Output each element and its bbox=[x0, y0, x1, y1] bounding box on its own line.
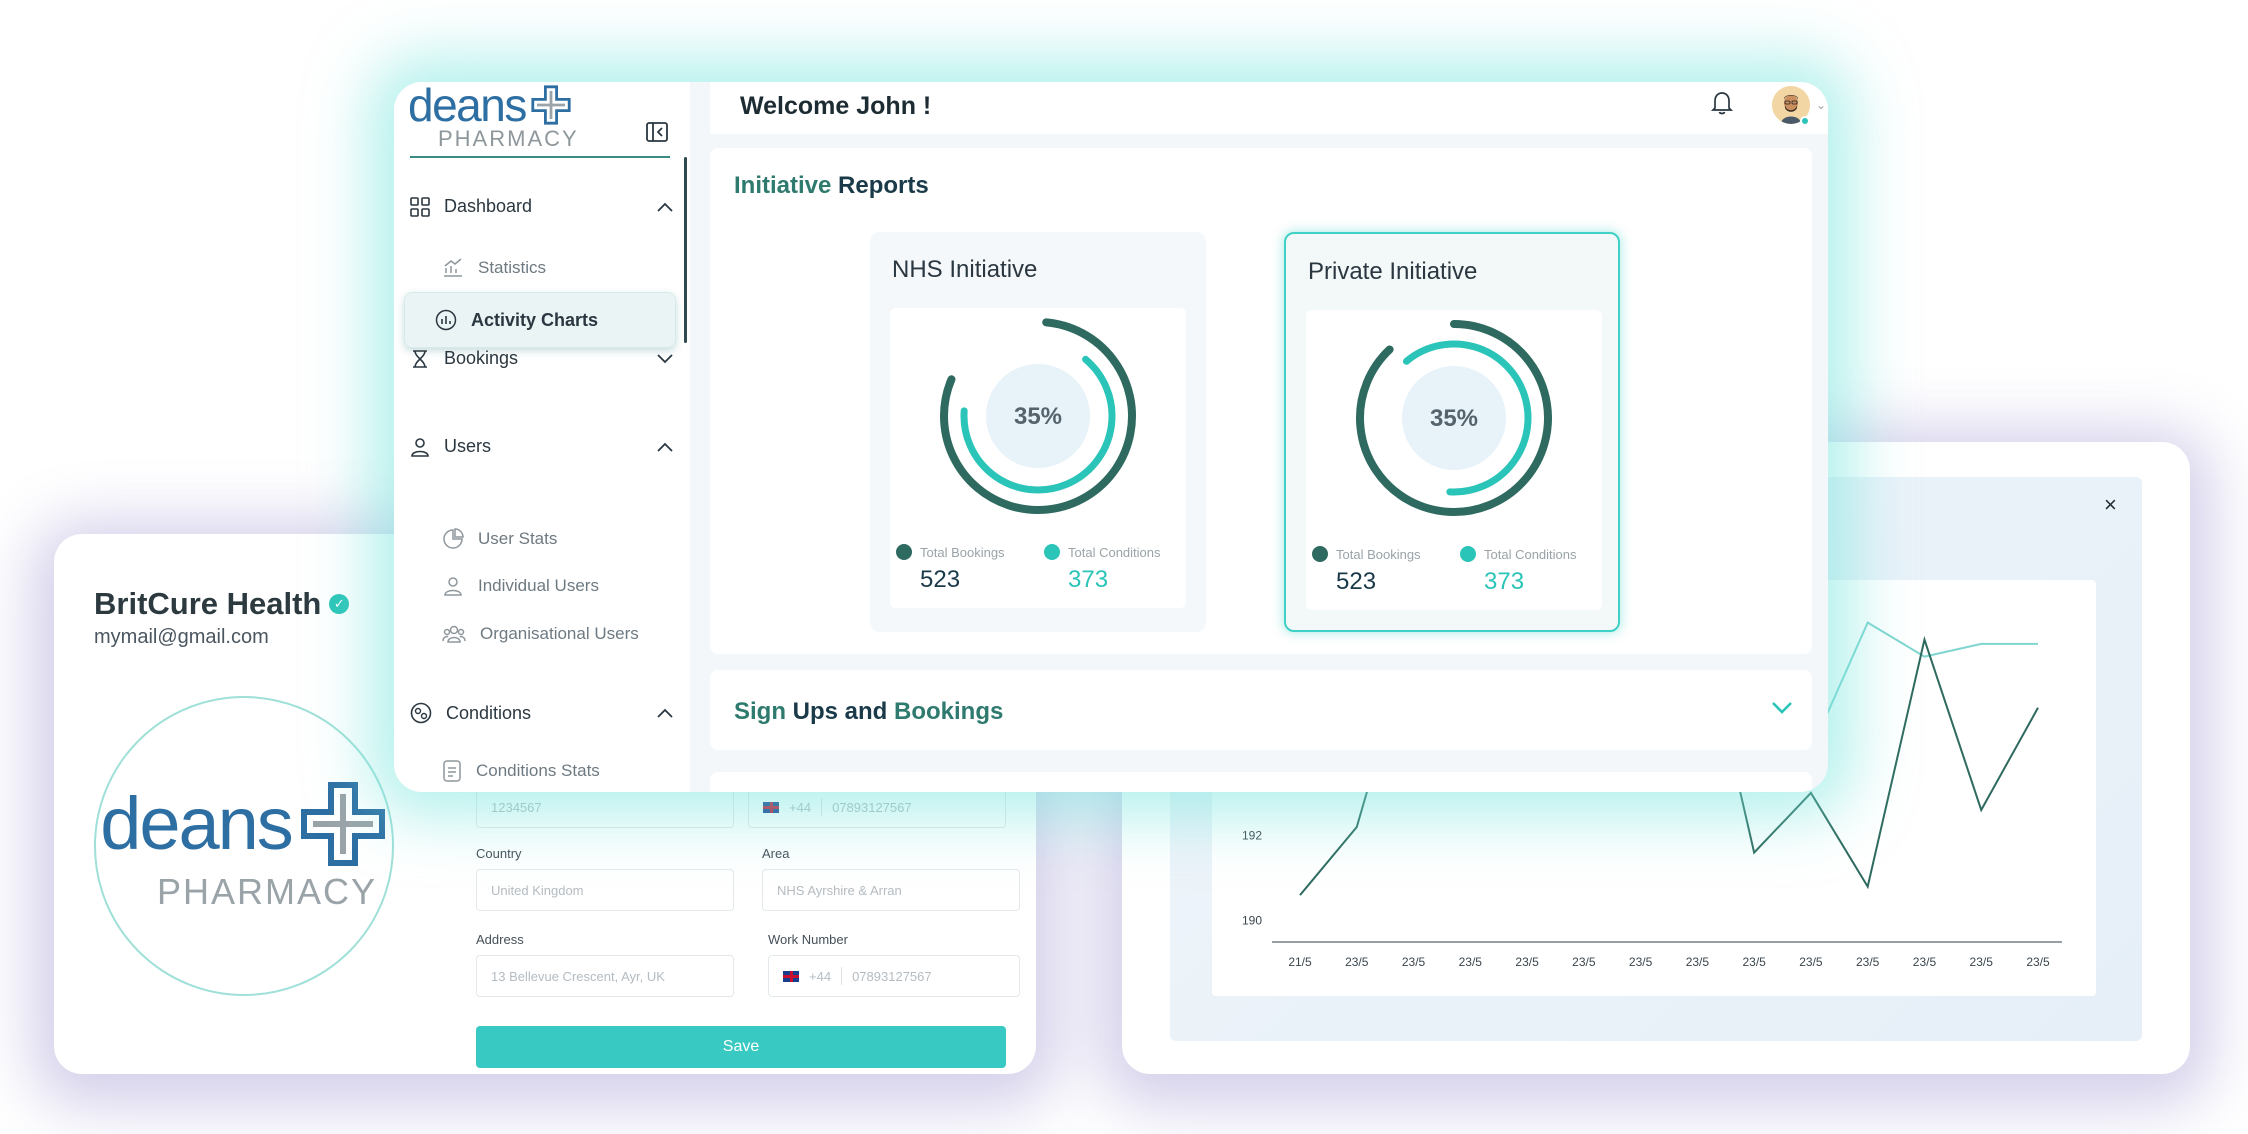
address-row: Address 13 Bellevue Crescent, Ayr, UK Wo… bbox=[476, 932, 1020, 997]
save-button[interactable]: Save bbox=[476, 1026, 1006, 1068]
sidebar-item-bookings[interactable]: Bookings bbox=[410, 348, 674, 369]
total-bookings-stat: Total Bookings 523 bbox=[1306, 546, 1454, 596]
x-tick-label: 23/5 bbox=[1970, 955, 1994, 969]
trend-chart-icon bbox=[444, 258, 462, 277]
signups-bookings-title: Sign Ups and Bookings bbox=[734, 698, 1004, 725]
user-icon bbox=[444, 577, 462, 596]
id-field[interactable]: 1234567 bbox=[476, 786, 734, 828]
x-tick-label: 23/5 bbox=[1402, 955, 1426, 969]
sidebar-scrollbar[interactable] bbox=[684, 157, 687, 343]
donut-percent-label: 35% bbox=[1430, 405, 1478, 432]
close-icon[interactable]: × bbox=[2104, 492, 2117, 518]
top-bar: Welcome John ! ⌄ bbox=[710, 82, 1828, 134]
pharmacy-cross-icon bbox=[531, 85, 571, 125]
org-email: mymail@gmail.com bbox=[94, 626, 269, 648]
uk-flag-icon bbox=[763, 801, 779, 813]
uk-flag-icon bbox=[783, 970, 799, 982]
grid-icon bbox=[410, 196, 430, 217]
x-tick-label: 23/5 bbox=[1913, 955, 1937, 969]
chevron-up-icon bbox=[657, 202, 673, 212]
contact-row: 1234567 +44 07893127567 bbox=[476, 786, 1006, 828]
x-tick-label: 23/5 bbox=[1686, 955, 1710, 969]
total-conditions-stat: Total Conditions 373 bbox=[1454, 546, 1602, 596]
x-tick-label: 23/5 bbox=[1345, 955, 1369, 969]
pharmacy-cross-icon bbox=[300, 782, 385, 866]
org-logo: deans PHARMACY bbox=[94, 696, 394, 996]
nhs-initiative-card[interactable]: NHS Initiative 35% Total Bookings 523 To… bbox=[870, 232, 1206, 632]
initiative-reports-title: Initiative Reports bbox=[734, 172, 929, 199]
welcome-heading: Welcome John ! bbox=[740, 92, 932, 120]
sidebar-logo[interactable]: deans PHARMACY bbox=[408, 82, 579, 150]
sidebar-item-organisational-users[interactable]: Organisational Users bbox=[442, 624, 639, 644]
phone-field[interactable]: +44 07893127567 bbox=[748, 786, 1006, 828]
signups-bookings-panel[interactable]: Sign Ups and Bookings bbox=[710, 670, 1812, 750]
sidebar-item-activity-charts[interactable]: Activity Charts bbox=[404, 292, 676, 348]
sidebar-item-user-stats[interactable]: User Stats bbox=[442, 528, 557, 550]
online-status-indicator bbox=[1800, 116, 1810, 126]
org-name: BritCure Health ✓ bbox=[94, 586, 350, 622]
sidebar-divider bbox=[410, 156, 670, 158]
private-donut-chart: 35% bbox=[1356, 320, 1552, 516]
private-initiative-card[interactable]: Private Initiative 35% Total Bookings 52… bbox=[1284, 232, 1620, 632]
hourglass-icon bbox=[413, 349, 427, 368]
sidebar-item-individual-users[interactable]: Individual Users bbox=[442, 576, 599, 596]
bar-chart-icon bbox=[435, 309, 457, 331]
x-tick-label: 23/5 bbox=[1515, 955, 1539, 969]
dashboard-window: deans PHARMACY Dashboard Statistics Acti… bbox=[394, 82, 1828, 792]
sidebar-item-dashboard[interactable]: Dashboard bbox=[410, 196, 674, 217]
chevron-down-icon[interactable] bbox=[1770, 700, 1794, 716]
sidebar-item-users[interactable]: Users bbox=[410, 436, 674, 457]
users-group-icon bbox=[442, 625, 466, 643]
document-icon bbox=[443, 760, 461, 782]
bell-icon[interactable] bbox=[1710, 90, 1734, 116]
x-tick-label: 23/5 bbox=[1742, 955, 1766, 969]
total-conditions-stat: Total Conditions 373 bbox=[1038, 544, 1186, 594]
logo-brand: deans bbox=[100, 779, 388, 869]
next-panel bbox=[710, 772, 1812, 792]
x-tick-label: 23/5 bbox=[1856, 955, 1880, 969]
location-row: Country United Kingdom Area NHS Ayrshire… bbox=[476, 846, 1020, 911]
x-tick-label: 23/5 bbox=[1572, 955, 1596, 969]
address-field[interactable]: 13 Bellevue Crescent, Ayr, UK bbox=[476, 955, 734, 997]
conditions-icon bbox=[410, 702, 432, 724]
chevron-up-icon bbox=[657, 708, 673, 718]
work-number-field[interactable]: +44 07893127567 bbox=[768, 955, 1020, 997]
x-tick-label: 23/5 bbox=[2026, 955, 2050, 969]
sidebar-item-statistics[interactable]: Statistics bbox=[442, 258, 546, 278]
chevron-down-icon bbox=[657, 353, 673, 363]
total-bookings-stat: Total Bookings 523 bbox=[890, 544, 1038, 594]
country-field[interactable]: United Kingdom bbox=[476, 869, 734, 911]
verified-icon: ✓ bbox=[329, 594, 350, 614]
collapse-sidebar-icon[interactable] bbox=[646, 122, 668, 142]
x-tick-label: 23/5 bbox=[1629, 955, 1653, 969]
initiative-reports-panel: Initiative Reports NHS Initiative 35% To… bbox=[710, 148, 1812, 654]
sidebar: deans PHARMACY Dashboard Statistics Acti… bbox=[394, 82, 690, 792]
y-tick-label: 190 bbox=[1242, 914, 1262, 928]
x-tick-label: 23/5 bbox=[1459, 955, 1483, 969]
y-tick-label: 192 bbox=[1242, 829, 1262, 843]
user-icon bbox=[411, 437, 429, 457]
logo-subtitle: PHARMACY bbox=[156, 871, 378, 912]
pie-chart-icon bbox=[443, 528, 464, 549]
chevron-down-icon[interactable]: ⌄ bbox=[1816, 98, 1826, 112]
x-tick-label: 23/5 bbox=[1799, 955, 1823, 969]
area-field[interactable]: NHS Ayrshire & Arran bbox=[762, 869, 1020, 911]
x-tick-label: 21/5 bbox=[1288, 955, 1312, 969]
nhs-donut-chart: 35% bbox=[940, 318, 1136, 514]
chevron-up-icon bbox=[657, 442, 673, 452]
sidebar-item-conditions-stats[interactable]: Conditions Stats bbox=[442, 760, 600, 782]
sidebar-item-conditions[interactable]: Conditions bbox=[410, 702, 674, 724]
donut-percent-label: 35% bbox=[1014, 403, 1062, 430]
